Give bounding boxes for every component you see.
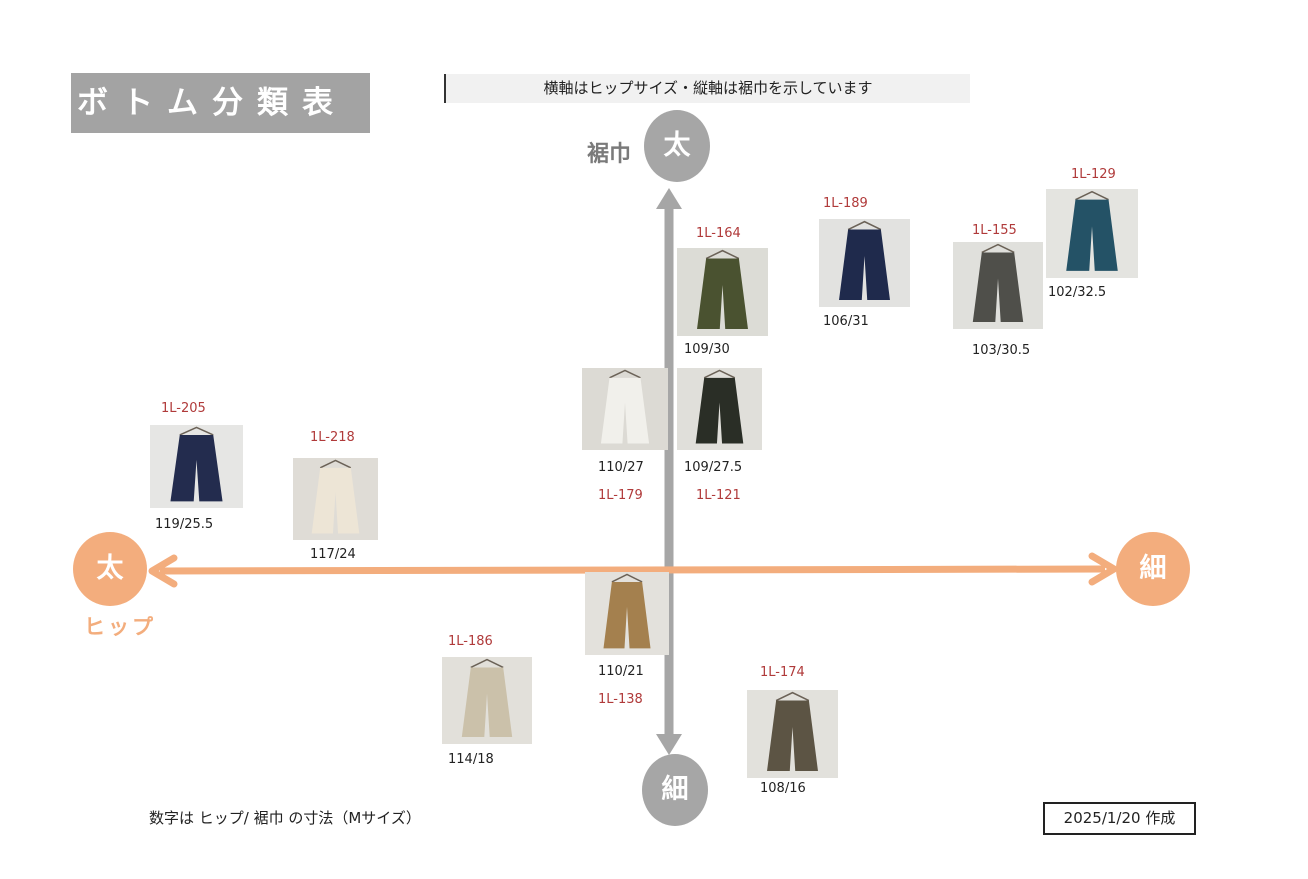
horizontal-axis-right-circle: 細 xyxy=(1116,532,1190,606)
product-code: 1L-189 xyxy=(823,196,868,211)
pants-illustration xyxy=(150,425,243,508)
product-size: 119/25.5 xyxy=(155,517,214,532)
product-code: 1L-186 xyxy=(448,634,493,649)
pants-illustration xyxy=(582,368,668,450)
product-code: 1L-205 xyxy=(161,401,206,416)
pants-illustration xyxy=(747,690,838,778)
product-code: 1L-129 xyxy=(1071,167,1116,182)
horizontal-axis-label: ヒップ xyxy=(84,615,156,639)
pants-illustration xyxy=(585,572,669,655)
product-code: 1L-174 xyxy=(760,665,805,680)
vertical-axis-label: 裾巾 xyxy=(587,142,632,167)
product-photo xyxy=(442,657,532,744)
product-photo xyxy=(747,690,838,778)
product-photo xyxy=(150,425,243,508)
product-size: 106/31 xyxy=(823,314,869,329)
product-size: 108/16 xyxy=(760,781,806,796)
product-code: 1L-138 xyxy=(598,692,643,707)
vertical-axis-top-circle: 太 xyxy=(644,110,710,182)
pants-illustration xyxy=(442,657,532,744)
product-size: 102/32.5 xyxy=(1048,285,1107,300)
product-photo xyxy=(677,248,768,336)
product-size: 103/30.5 xyxy=(972,343,1031,358)
vertical-axis-bottom-circle: 細 xyxy=(642,754,708,826)
product-code: 1L-121 xyxy=(696,488,741,503)
product-code: 1L-179 xyxy=(598,488,643,503)
measurement-note: 数字は ヒップ/ 裾巾 の寸法（Mサイズ） xyxy=(149,809,421,827)
product-code: 1L-164 xyxy=(696,226,741,241)
product-size: 109/30 xyxy=(684,342,730,357)
product-photo xyxy=(953,242,1043,329)
product-photo xyxy=(293,458,378,540)
product-code: 1L-155 xyxy=(972,223,1017,238)
product-size: 110/21 xyxy=(598,664,644,679)
pants-illustration xyxy=(953,242,1043,329)
pants-illustration xyxy=(677,248,768,336)
product-photo xyxy=(1046,189,1138,278)
pants-illustration xyxy=(293,458,378,540)
product-photo xyxy=(819,219,910,307)
creation-date: 2025/1/20 作成 xyxy=(1043,802,1196,835)
product-photo xyxy=(677,368,762,450)
product-size: 117/24 xyxy=(310,547,356,562)
product-code: 1L-218 xyxy=(310,430,355,445)
horizontal-axis-left-circle: 太 xyxy=(73,532,147,606)
pants-illustration xyxy=(819,219,910,307)
product-size: 114/18 xyxy=(448,752,494,767)
product-size: 110/27 xyxy=(598,460,644,475)
product-photo xyxy=(585,572,669,655)
pants-illustration xyxy=(1046,189,1138,278)
product-size: 109/27.5 xyxy=(684,460,743,475)
pants-illustration xyxy=(677,368,762,450)
product-photo xyxy=(582,368,668,450)
